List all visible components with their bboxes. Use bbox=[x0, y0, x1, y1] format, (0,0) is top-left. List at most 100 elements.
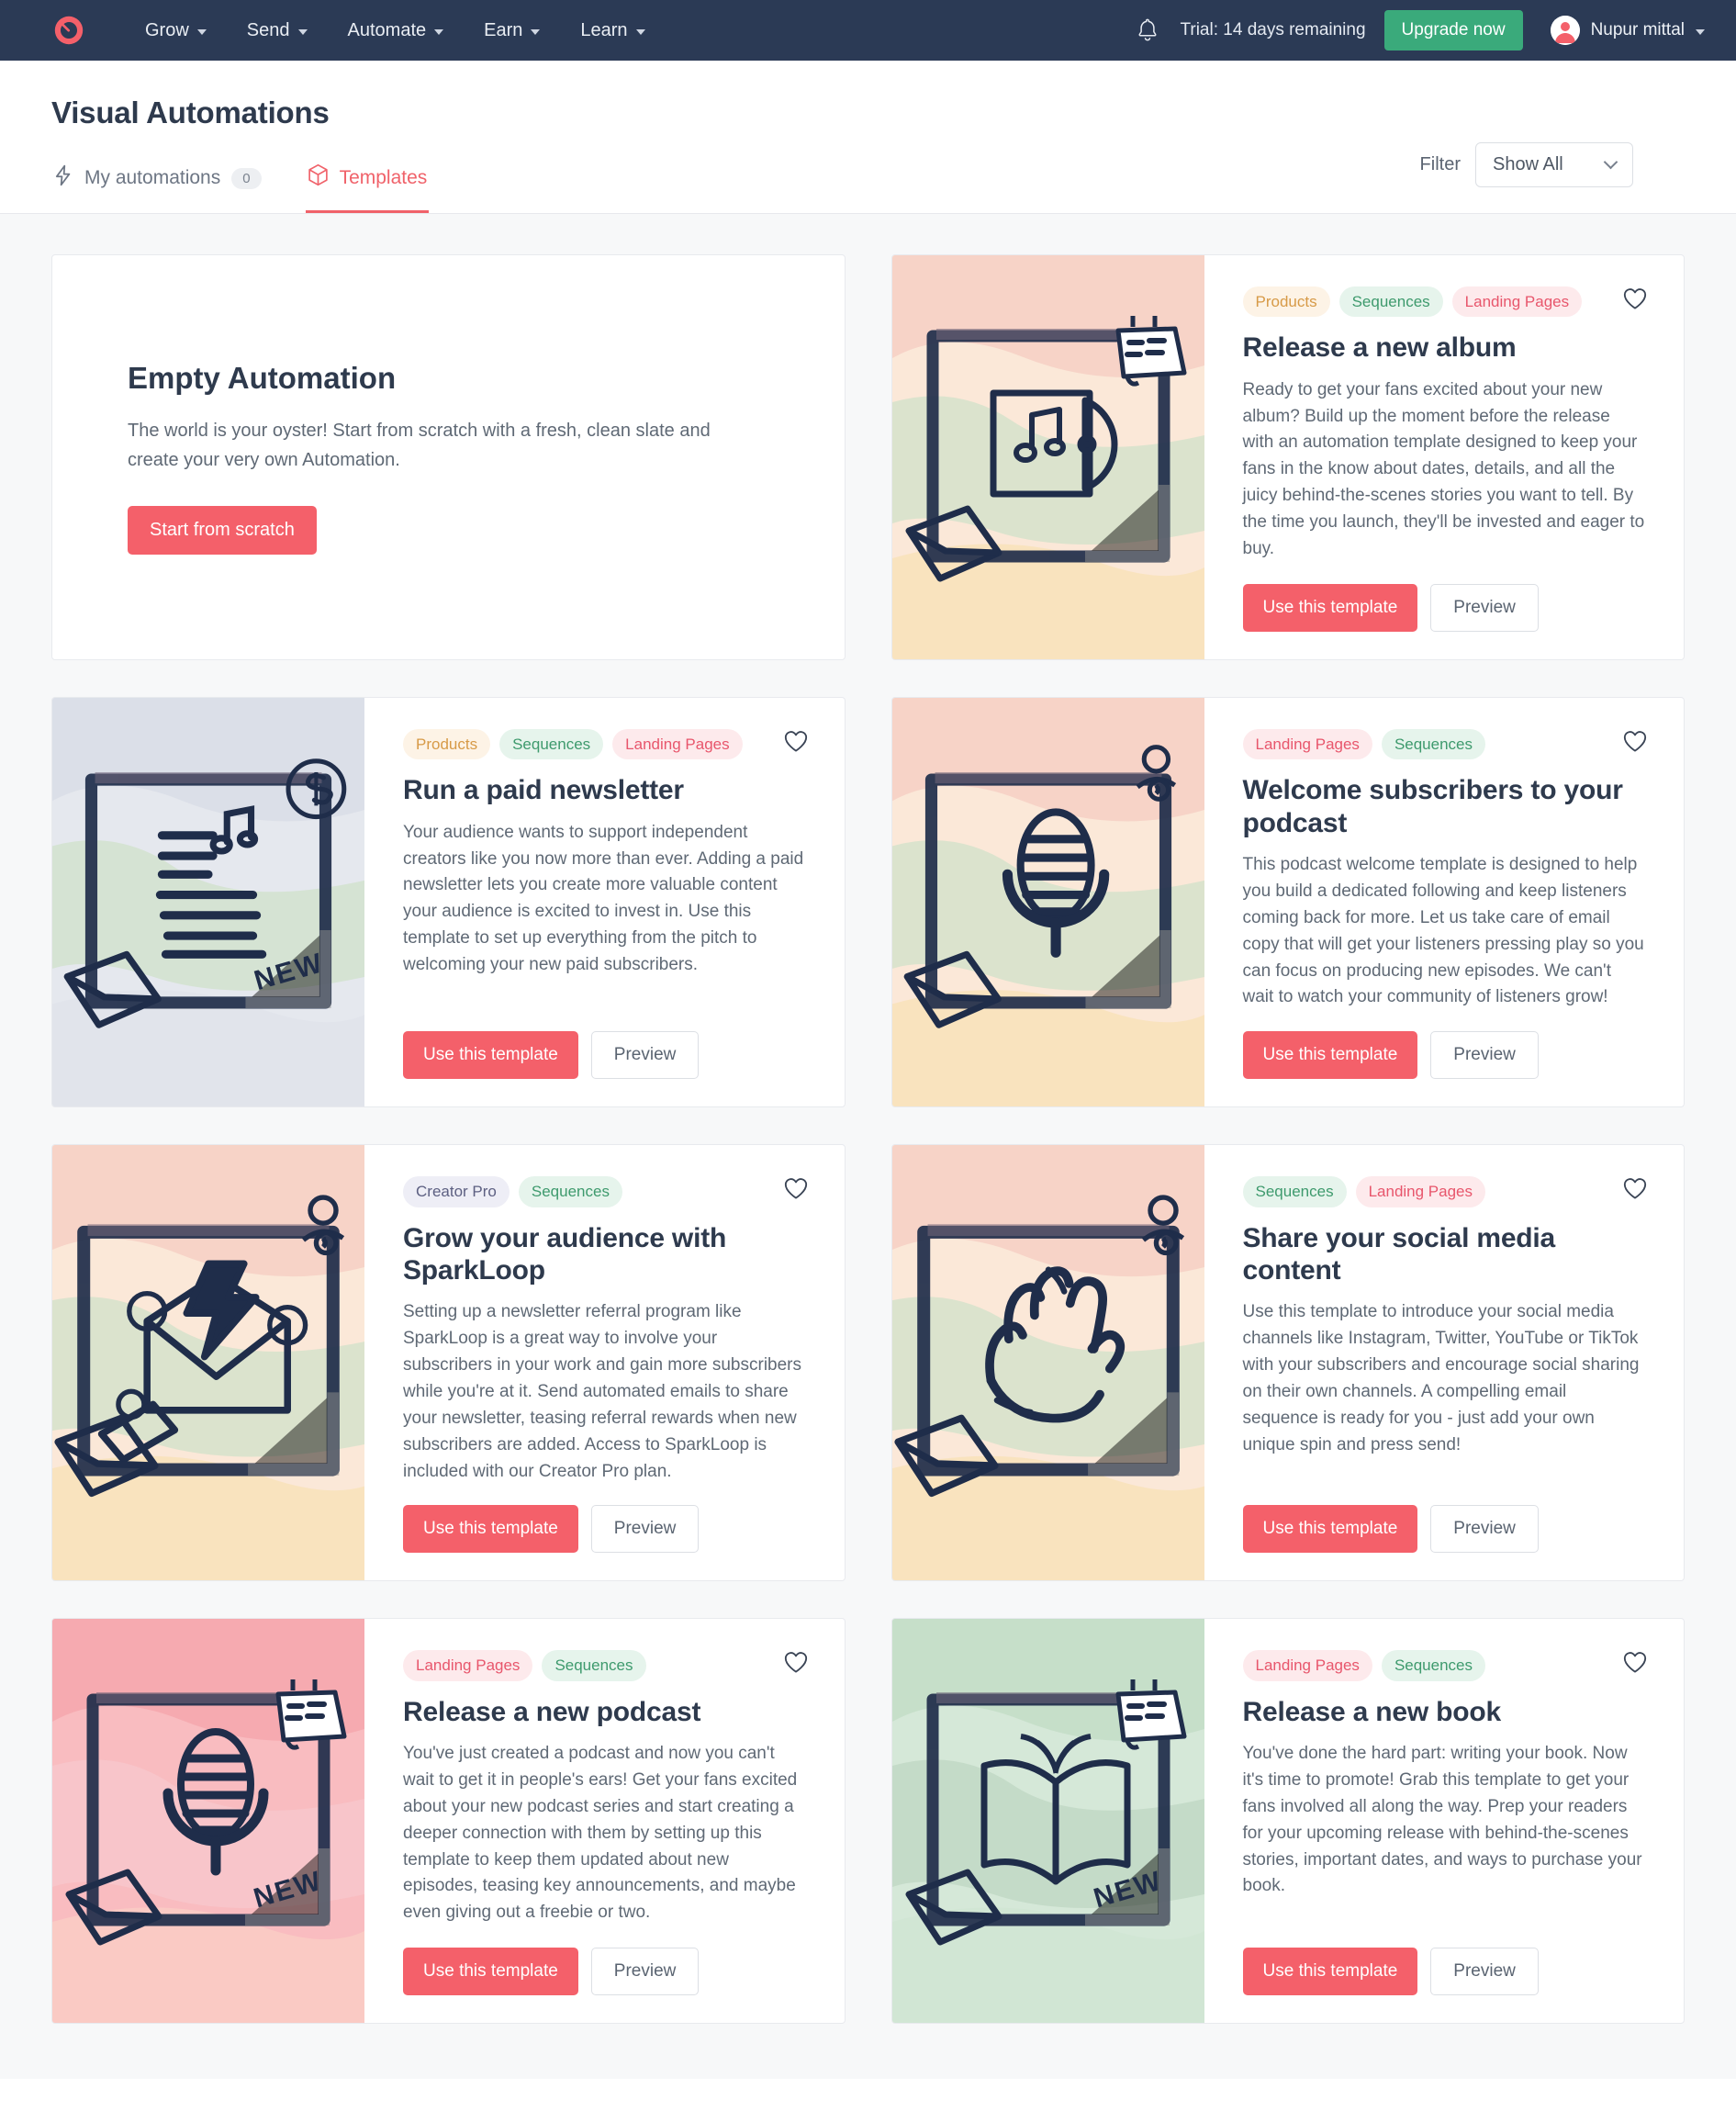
filter-selected-value: Show All bbox=[1493, 154, 1563, 174]
nav-item-label: Learn bbox=[580, 19, 628, 40]
template-description: Your audience wants to support independe… bbox=[403, 822, 804, 975]
notification-bell-icon[interactable] bbox=[1115, 17, 1180, 43]
empty-automation-title: Empty Automation bbox=[128, 360, 397, 395]
heart-outline-icon[interactable] bbox=[1621, 285, 1649, 312]
template-tag[interactable]: Sequences bbox=[1381, 729, 1486, 760]
use-this-template-button[interactable]: Use this template bbox=[403, 1948, 578, 1996]
convertkit-logo-icon[interactable] bbox=[51, 13, 86, 48]
upgrade-now-button[interactable]: Upgrade now bbox=[1383, 10, 1523, 51]
nav-item-automate[interactable]: Automate bbox=[328, 11, 465, 51]
template-thumbnail bbox=[891, 698, 1204, 1107]
template-tag[interactable]: Creator Pro bbox=[403, 1176, 510, 1207]
heart-outline-icon[interactable] bbox=[782, 727, 810, 755]
template-tag[interactable]: Sequences bbox=[1338, 286, 1443, 318]
chevron-down-icon bbox=[1603, 154, 1618, 170]
use-this-template-button[interactable]: Use this template bbox=[1242, 584, 1418, 632]
start-from-scratch-button[interactable]: Start from scratch bbox=[128, 505, 317, 555]
chevron-down-icon bbox=[635, 29, 645, 35]
heart-outline-icon[interactable] bbox=[782, 1174, 810, 1202]
top-navigation-bar: Grow Send Automate Earn Learn Trial: 14 … bbox=[0, 0, 1736, 61]
templates-content-area: Empty Automation The world is your oyste… bbox=[0, 214, 1736, 2080]
template-card[interactable]: Landing Pages Sequences Welcome subscribe… bbox=[890, 697, 1685, 1108]
template-tag[interactable]: Landing Pages bbox=[612, 729, 743, 760]
template-description: Use this template to introduce your soci… bbox=[1242, 1302, 1640, 1454]
template-title: Release a new book bbox=[1242, 1696, 1502, 1727]
template-tag[interactable]: Landing Pages bbox=[1242, 729, 1372, 760]
template-title: Welcome subscribers to your podcast bbox=[1242, 775, 1623, 838]
template-thumbnail bbox=[891, 1145, 1204, 1581]
template-thumbnail: NEW bbox=[891, 1619, 1204, 2024]
nav-item-earn[interactable]: Earn bbox=[464, 11, 560, 51]
use-this-template-button[interactable]: Use this template bbox=[1242, 1505, 1418, 1554]
tab-label: Templates bbox=[339, 166, 428, 188]
template-tag[interactable]: Sequences bbox=[542, 1650, 646, 1681]
preview-button[interactable]: Preview bbox=[590, 1505, 700, 1554]
heart-outline-icon[interactable] bbox=[782, 1648, 810, 1676]
preview-button[interactable]: Preview bbox=[1430, 1948, 1539, 1996]
template-description: You've just created a podcast and now yo… bbox=[403, 1744, 798, 1923]
template-actions: Use this template Preview bbox=[403, 1948, 806, 1996]
template-card[interactable]: NEW Landing Pages Sequences Release a new… bbox=[51, 1618, 846, 2025]
template-tag[interactable]: Sequences bbox=[518, 1176, 622, 1207]
template-tag[interactable]: Landing Pages bbox=[1242, 1650, 1372, 1681]
chevron-down-icon bbox=[297, 29, 308, 35]
template-title: Release a new podcast bbox=[403, 1696, 701, 1727]
heart-outline-icon[interactable] bbox=[1621, 727, 1649, 755]
template-tag[interactable]: Landing Pages bbox=[1355, 1176, 1486, 1207]
template-actions: Use this template Preview bbox=[403, 1505, 806, 1554]
template-tags: Landing Pages Sequences bbox=[1242, 729, 1646, 760]
template-actions: Use this template Preview bbox=[1242, 1031, 1646, 1080]
empty-automation-description: The world is your oyster! Start from scr… bbox=[128, 420, 711, 470]
template-card-body: Creator Pro Sequences Grow your audience … bbox=[364, 1145, 845, 1580]
template-tags: Products Sequences Landing Pages bbox=[1242, 286, 1646, 318]
heart-outline-icon[interactable] bbox=[1621, 1648, 1649, 1676]
use-this-template-button[interactable]: Use this template bbox=[1242, 1948, 1418, 1996]
template-tag[interactable]: Landing Pages bbox=[403, 1650, 533, 1681]
page-title: Visual Automations bbox=[51, 95, 330, 129]
template-tag[interactable]: Products bbox=[403, 729, 491, 760]
nav-item-learn[interactable]: Learn bbox=[560, 11, 665, 51]
preview-button[interactable]: Preview bbox=[1430, 584, 1539, 632]
template-tags: Sequences Landing Pages bbox=[1242, 1176, 1646, 1207]
template-tags: Products Sequences Landing Pages bbox=[403, 729, 806, 760]
template-card[interactable]: Creator Pro Sequences Grow your audience … bbox=[51, 1144, 846, 1582]
template-card-body: Landing Pages Sequences Release a new pod… bbox=[364, 1619, 845, 2023]
tab-templates[interactable]: Templates bbox=[305, 158, 430, 213]
preview-button[interactable]: Preview bbox=[590, 1948, 700, 1996]
template-card[interactable]: Products Sequences Landing Pages Release a… bbox=[890, 254, 1685, 660]
nav-item-label: Automate bbox=[347, 19, 427, 40]
empty-automation-card[interactable]: Empty Automation The world is your oyste… bbox=[51, 254, 846, 660]
template-thumbnail: NEW bbox=[52, 698, 364, 1107]
user-menu[interactable]: Nupur mittal bbox=[1550, 16, 1710, 45]
template-tag[interactable]: Sequences bbox=[1381, 1650, 1486, 1681]
template-title: Release a new album bbox=[1242, 332, 1517, 364]
heart-outline-icon[interactable] bbox=[1621, 1174, 1649, 1202]
template-tag[interactable]: Landing Pages bbox=[1451, 286, 1583, 318]
use-this-template-button[interactable]: Use this template bbox=[403, 1031, 578, 1080]
template-actions: Use this template Preview bbox=[1242, 1948, 1646, 1996]
template-card[interactable]: NEW Landing Pages Sequences Release a new… bbox=[890, 1618, 1685, 2025]
avatar bbox=[1550, 16, 1580, 45]
use-this-template-button[interactable]: Use this template bbox=[1242, 1031, 1418, 1080]
tab-my-automations[interactable]: My automations 0 bbox=[51, 159, 263, 213]
template-card-body: Landing Pages Sequences Release a new boo… bbox=[1204, 1619, 1685, 2023]
tab-label: My automations bbox=[84, 167, 221, 188]
template-tag[interactable]: Products bbox=[1242, 286, 1330, 318]
template-description: Ready to get your fans excited about you… bbox=[1242, 379, 1645, 558]
nav-item-send[interactable]: Send bbox=[227, 11, 328, 51]
use-this-template-button[interactable]: Use this template bbox=[403, 1505, 578, 1554]
template-tag[interactable]: Sequences bbox=[1242, 1176, 1347, 1207]
template-title: Share your social media content bbox=[1242, 1222, 1556, 1286]
template-tag[interactable]: Sequences bbox=[499, 729, 604, 760]
chevron-down-icon bbox=[434, 29, 444, 35]
template-actions: Use this template Preview bbox=[403, 1031, 806, 1080]
nav-item-grow[interactable]: Grow bbox=[125, 11, 227, 51]
filter-select[interactable]: Show All bbox=[1475, 142, 1633, 187]
template-card[interactable]: NEW Products Sequences Landing Pages Run a… bbox=[51, 697, 846, 1108]
templates-grid: Empty Automation The world is your oyste… bbox=[51, 254, 1685, 2025]
preview-button[interactable]: Preview bbox=[1430, 1505, 1539, 1554]
preview-button[interactable]: Preview bbox=[1430, 1031, 1539, 1080]
template-card[interactable]: Sequences Landing Pages Share your social… bbox=[890, 1144, 1685, 1582]
preview-button[interactable]: Preview bbox=[590, 1031, 700, 1080]
trial-status-text: Trial: 14 days remaining bbox=[1180, 20, 1366, 39]
